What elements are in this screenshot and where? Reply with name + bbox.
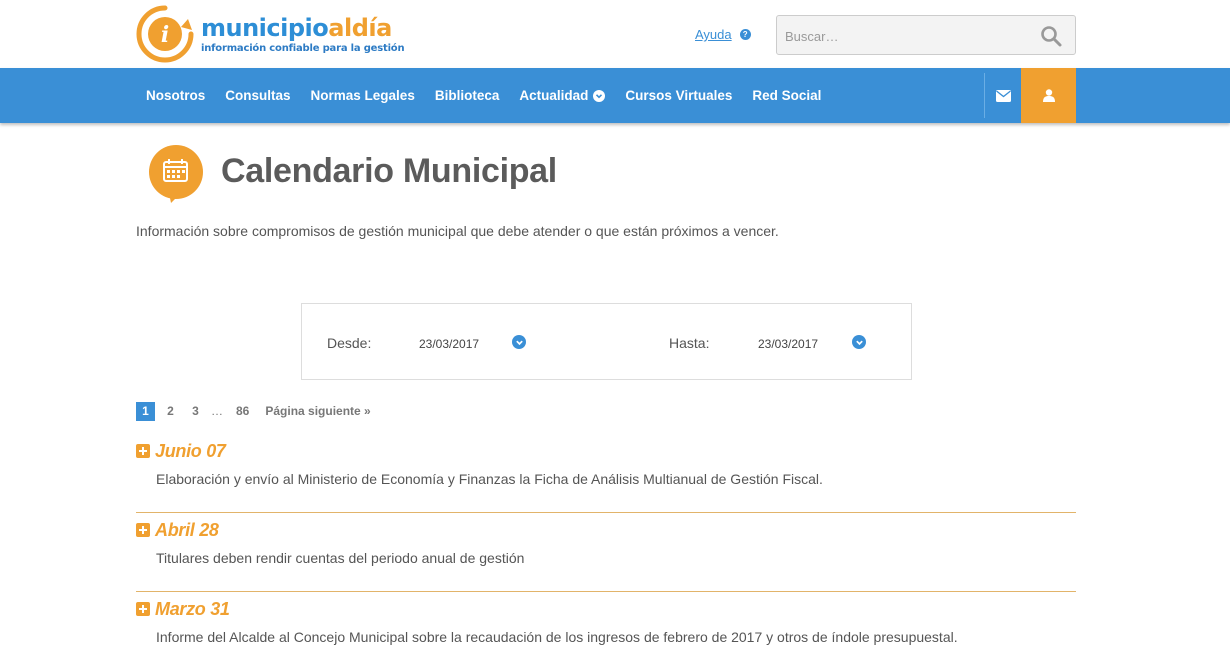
pagination-ellipsis: … (211, 404, 223, 418)
user-account-button[interactable] (1021, 68, 1076, 123)
user-icon (1042, 89, 1055, 102)
event-date[interactable]: Abril 28 (155, 520, 219, 541)
event-description: Informe del Alcalde al Concejo Municipal… (156, 629, 958, 645)
expand-plus-icon[interactable] (136, 444, 150, 458)
chevron-down-icon[interactable] (852, 335, 866, 349)
info-logo-icon: i (136, 5, 194, 63)
from-date-field[interactable]: 23/03/2017 (419, 337, 479, 351)
page-3-link[interactable]: 3 (186, 402, 205, 421)
pagination: 1 2 3 … 86 Página siguiente » (136, 401, 382, 421)
to-date-field[interactable]: 23/03/2017 (758, 337, 818, 351)
page-1-link[interactable]: 1 (136, 401, 155, 421)
page-last-link[interactable]: 86 (231, 402, 254, 421)
site-header: i municipioaldía información confiable p… (0, 0, 1230, 68)
nav-item-nosotros[interactable]: Nosotros (136, 68, 215, 123)
nav-item-actualidad[interactable]: Actualidad (509, 68, 615, 123)
logo-name-part1: municipio (201, 14, 329, 42)
calendar-event: Junio 07 Elaboración y envío al Minister… (136, 440, 1076, 487)
contact-button[interactable] (985, 68, 1021, 123)
event-divider (136, 591, 1076, 592)
search-icon[interactable] (1039, 24, 1063, 48)
chevron-down-icon (593, 89, 606, 102)
date-filter: Desde: 23/03/2017 Hasta: 23/03/2017 (301, 303, 912, 380)
envelope-icon (995, 89, 1011, 102)
page-intro: Información sobre compromisos de gestión… (136, 223, 779, 239)
nav-item-biblioteca[interactable]: Biblioteca (425, 68, 510, 123)
calendar-event: Abril 28 Titulares deben rendir cuentas … (136, 519, 1076, 566)
site-logo[interactable]: i municipioaldía información confiable p… (136, 5, 405, 63)
svg-text:i: i (161, 22, 169, 48)
help-link[interactable]: Ayuda ? (695, 27, 751, 42)
expand-plus-icon[interactable] (136, 523, 150, 537)
next-page-link[interactable]: Página siguiente » (260, 402, 375, 421)
nav-item-cursos-virtuales[interactable]: Cursos Virtuales (615, 68, 742, 123)
to-label: Hasta: (669, 335, 710, 351)
search-input[interactable] (785, 25, 1025, 47)
event-date[interactable]: Junio 07 (155, 441, 226, 462)
page-title: Calendario Municipal (221, 152, 557, 190)
expand-plus-icon[interactable] (136, 602, 150, 616)
logo-tagline: información confiable para la gestión (201, 43, 405, 54)
chevron-down-icon[interactable] (512, 335, 526, 349)
calendar-icon (149, 145, 203, 203)
main-nav: Nosotros Consultas Normas Legales Biblio… (0, 68, 1230, 123)
nav-item-consultas[interactable]: Consultas (215, 68, 300, 123)
event-date[interactable]: Marzo 31 (155, 599, 230, 620)
nav-item-normas-legales[interactable]: Normas Legales (301, 68, 425, 123)
logo-name-part2: aldía (328, 14, 392, 42)
search-box (776, 15, 1076, 55)
nav-item-red-social[interactable]: Red Social (742, 68, 831, 123)
event-divider (136, 512, 1076, 513)
question-circle-icon: ? (739, 29, 751, 40)
calendar-event: Marzo 31 Informe del Alcalde al Concejo … (136, 598, 1076, 645)
from-label: Desde: (327, 335, 372, 351)
help-label: Ayuda (695, 27, 732, 42)
event-description: Elaboración y envío al Ministerio de Eco… (156, 471, 823, 487)
page-2-link[interactable]: 2 (161, 402, 180, 421)
event-description: Titulares deben rendir cuentas del perio… (156, 550, 525, 566)
